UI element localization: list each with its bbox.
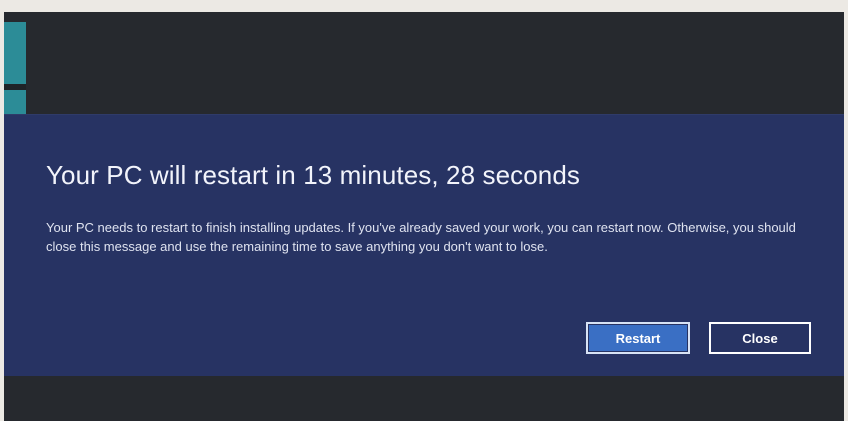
restart-notification-dialog: Your PC will restart in 13 minutes, 28 s… xyxy=(4,114,844,376)
dialog-message: Your PC needs to restart to finish insta… xyxy=(46,220,796,254)
restart-button[interactable]: Restart xyxy=(586,322,690,354)
desktop-screen: Your PC will restart in 13 minutes, 28 s… xyxy=(4,12,844,421)
close-button[interactable]: Close xyxy=(709,322,811,354)
app-tile[interactable] xyxy=(4,90,26,116)
app-tile[interactable] xyxy=(4,22,26,84)
dialog-title: Your PC will restart in 13 minutes, 28 s… xyxy=(46,160,581,190)
